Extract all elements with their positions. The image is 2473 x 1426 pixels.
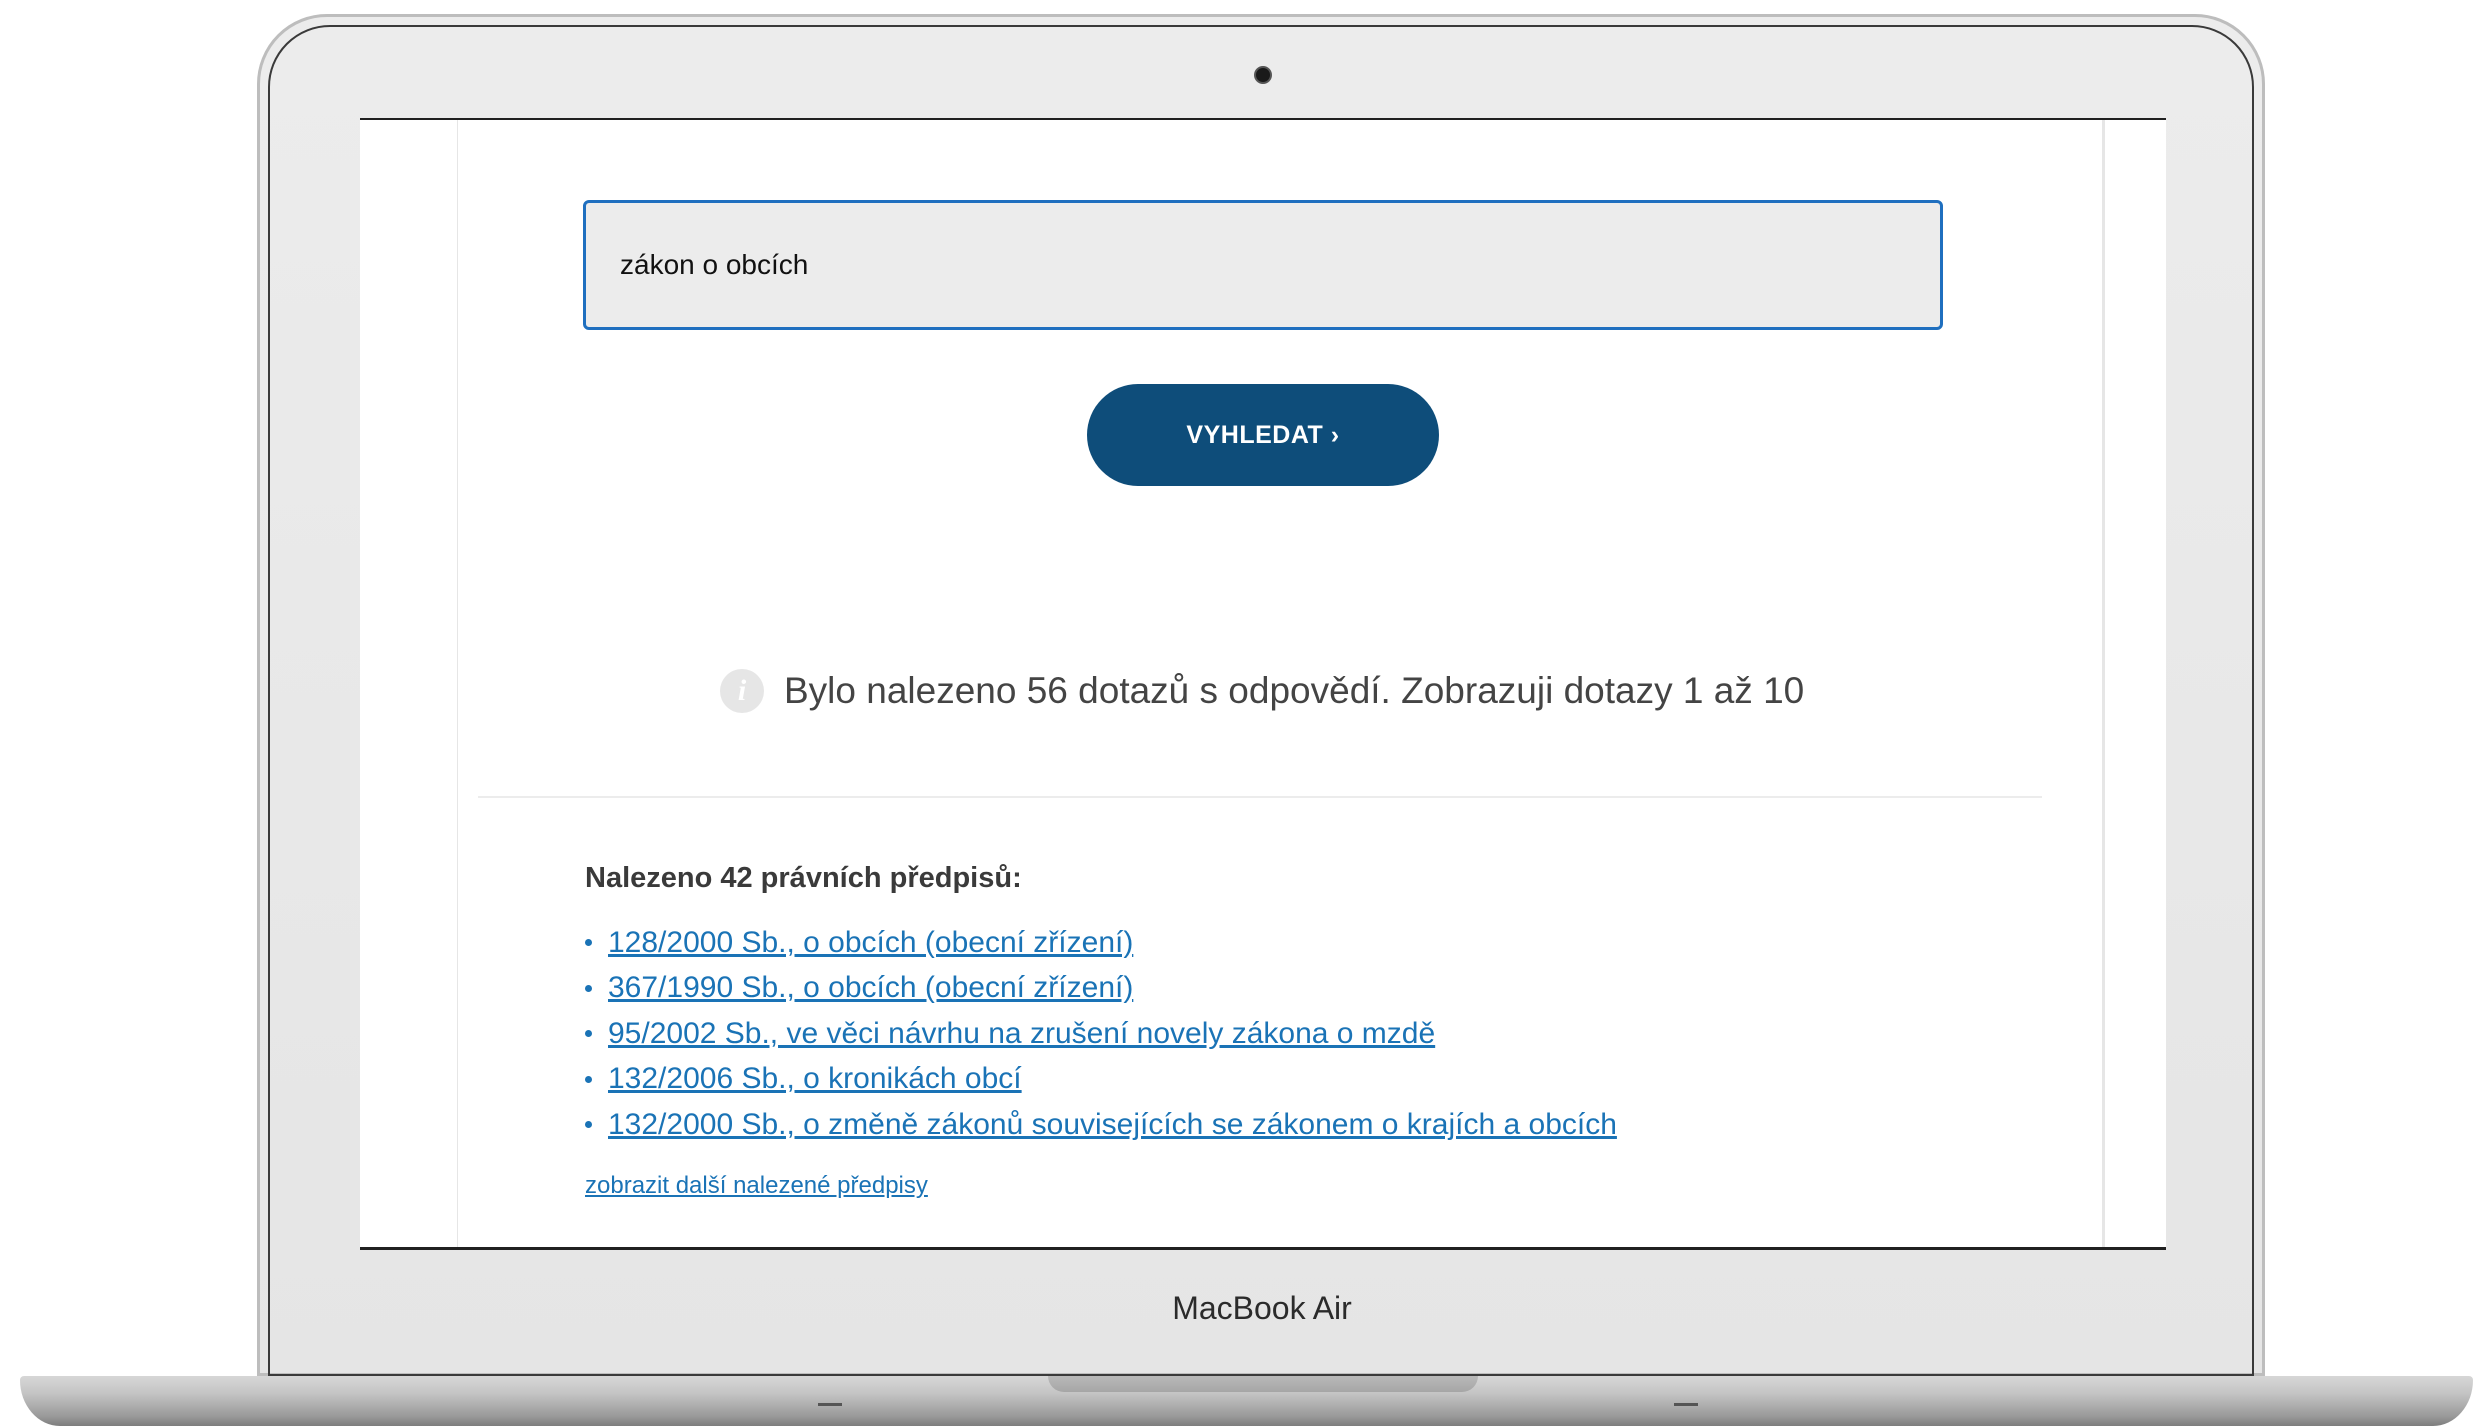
laptop-mockup: VYHLEDAT › i Bylo nalezeno 56 dotazů s o… [0,0,2473,1426]
show-more-regulations-link[interactable]: zobrazit další nalezené předpisy [585,1172,928,1200]
regulations-list: 128/2000 Sb., o obcích (obecní zřízení) … [585,920,1617,1148]
list-item: 132/2000 Sb., o změně zákonů související… [585,1102,1617,1148]
list-item: 132/2006 Sb., o kronikách obcí [585,1057,1617,1103]
search-input[interactable] [583,200,1943,330]
regulation-link[interactable]: 132/2006 Sb., o kronikách obcí [608,1062,1022,1096]
regulation-link[interactable]: 367/1990 Sb., o obcích (obecní zřízení) [608,971,1133,1005]
results-count-message: Bylo nalezeno 56 dotazů s odpovědí. Zobr… [784,670,1805,711]
regulations-heading: Nalezeno 42 právních předpisů: [585,862,1022,894]
search-button[interactable]: VYHLEDAT › [1087,384,1439,486]
list-item: 367/1990 Sb., o obcích (obecní zřízení) [585,966,1617,1012]
bullet-icon [585,939,592,947]
info-icon: i [720,669,764,713]
results-info: i Bylo nalezeno 56 dotazů s odpovědí. Zo… [720,666,1820,716]
bullet-icon [585,1075,592,1083]
list-item: 95/2002 Sb., ve věci návrhu na zrušení n… [585,1011,1617,1057]
regulation-link[interactable]: 132/2000 Sb., o změně zákonů související… [608,1108,1617,1142]
laptop-screen: VYHLEDAT › i Bylo nalezeno 56 dotazů s o… [360,118,2166,1250]
bullet-icon [585,1030,592,1038]
regulation-link[interactable]: 95/2002 Sb., ve věci návrhu na zrušení n… [608,1017,1435,1051]
regulation-link[interactable]: 128/2000 Sb., o obcích (obecní zřízení) [608,926,1133,960]
camera-icon [1254,66,1272,84]
laptop-hinge-notch [1048,1376,1478,1392]
device-brand-label: MacBook Air [1172,1290,1352,1326]
bullet-icon [585,1121,592,1129]
list-item: 128/2000 Sb., o obcích (obecní zřízení) [585,920,1617,966]
section-divider [478,796,2042,798]
laptop-foot [818,1403,842,1406]
bullet-icon [585,984,592,992]
laptop-foot [1674,1403,1698,1406]
